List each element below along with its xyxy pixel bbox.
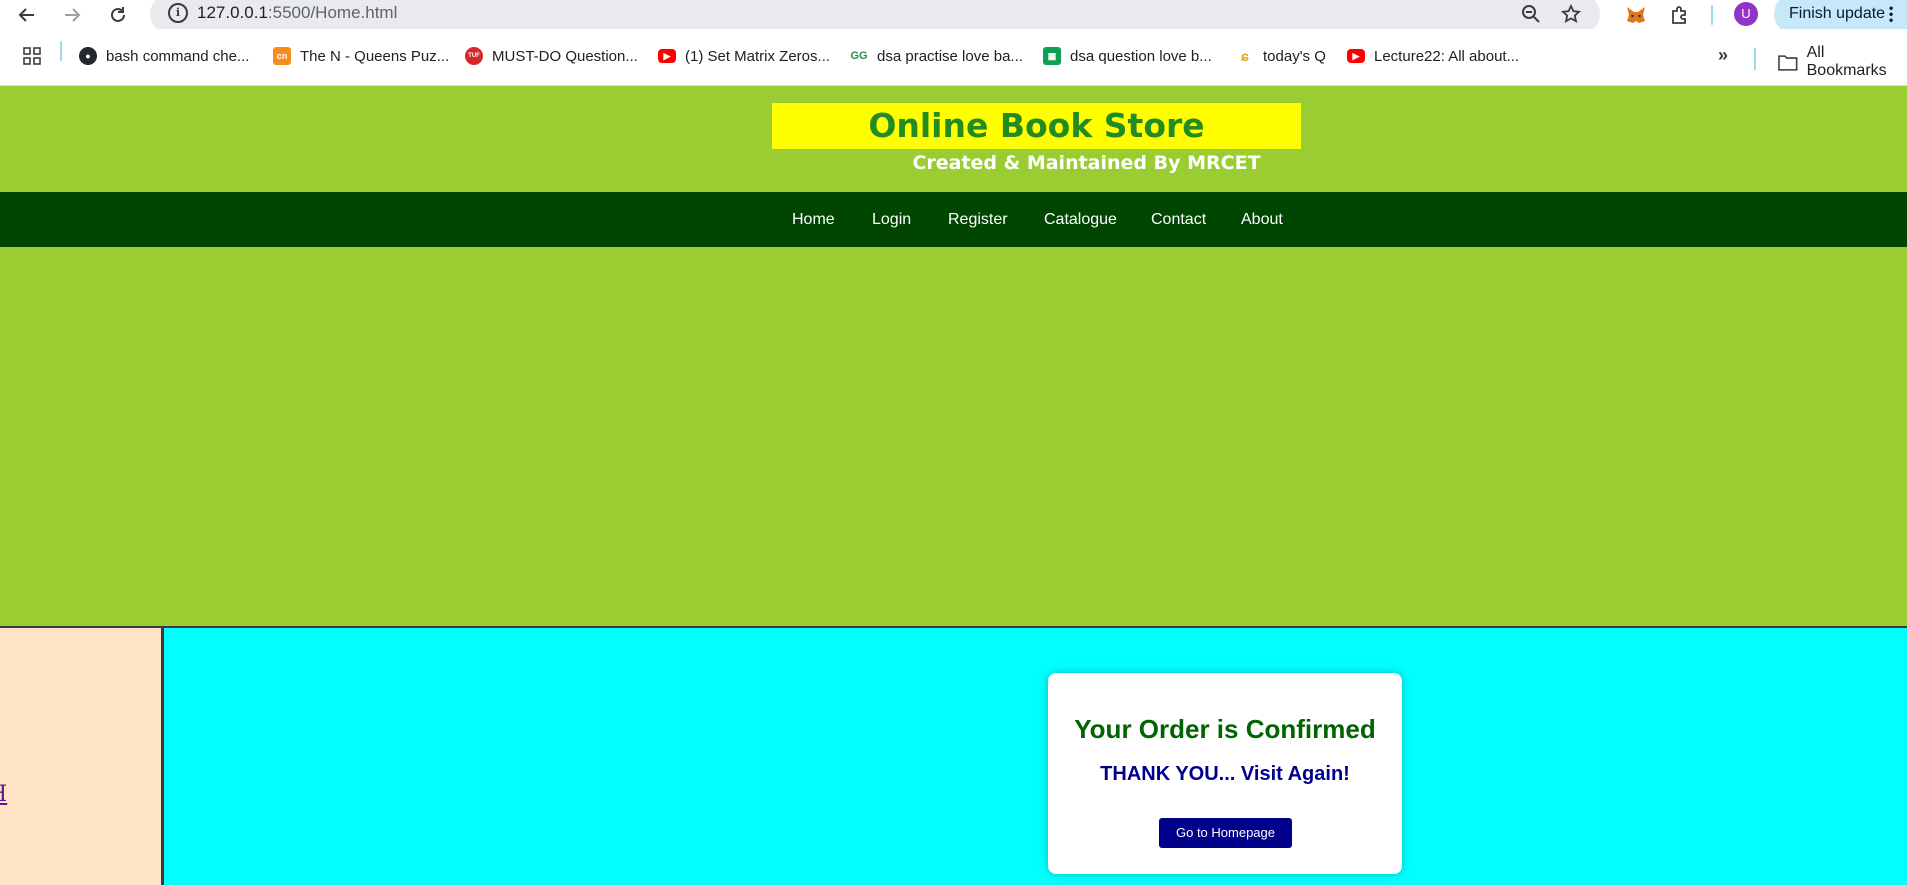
github-icon: ●	[79, 47, 97, 65]
metamask-icon[interactable]	[1624, 0, 1648, 29]
forward-icon[interactable]	[56, 0, 88, 29]
menu-dots-icon[interactable]: • • •	[1889, 2, 1893, 26]
bookmark-label: The N - Queens Puz...	[300, 47, 450, 65]
site-info-icon[interactable]: i	[168, 3, 188, 23]
zoom-icon[interactable]	[1519, 2, 1543, 26]
site-header: Online Book Store Created & Maintained B…	[0, 86, 1907, 192]
bookmark-item[interactable]: cn The N - Queens Puz...	[273, 44, 449, 68]
bookmark-label: Lecture22: All about...	[1374, 47, 1520, 65]
bookmark-label: dsa question love b...	[1070, 47, 1212, 65]
bookmark-label: (1) Set Matrix Zeros...	[685, 47, 831, 65]
bookmarks-bar: ● bash command che... cn The N - Queens …	[0, 29, 1907, 86]
bookmark-item[interactable]: ɕ today's Q	[1236, 44, 1326, 68]
nav-home[interactable]: Home	[792, 192, 835, 247]
all-bookmarks-label: All Bookmarks	[1806, 44, 1887, 79]
confirmation-title: Your Order is Confirmed	[1074, 714, 1376, 744]
apps-grid-icon[interactable]	[22, 44, 42, 68]
nav-register[interactable]: Register	[948, 192, 1008, 247]
google-sheets-icon: ▦	[1043, 47, 1061, 65]
bookmark-item[interactable]: GG dsa practise love ba...	[850, 44, 1023, 68]
extensions-icon[interactable]	[1668, 0, 1692, 29]
left-frame-link[interactable]: H	[0, 782, 7, 807]
reload-icon[interactable]	[102, 0, 134, 29]
toolbar-divider	[1711, 5, 1713, 25]
back-icon[interactable]	[11, 0, 43, 29]
bookmark-item[interactable]: ▦ dsa question love b...	[1043, 44, 1212, 68]
bookmark-item[interactable]: ▶ (1) Set Matrix Zeros...	[658, 44, 830, 68]
url-text[interactable]: 127.0.0.1:5500/Home.html	[197, 3, 397, 23]
browser-toolbar: i 127.0.0.1:5500/Home.html U Finish upda…	[0, 0, 1907, 34]
site-title: Online Book Store	[772, 103, 1301, 149]
leetcode-icon: ɕ	[1236, 47, 1254, 65]
go-to-homepage-button[interactable]: Go to Homepage	[1159, 818, 1292, 848]
order-confirmation-card: Your Order is Confirmed THANK YOU... Vis…	[1048, 673, 1402, 874]
tuf-icon: TUF	[465, 47, 483, 65]
main-frame	[164, 626, 1907, 885]
nav-contact[interactable]: Contact	[1151, 192, 1206, 247]
more-bookmarks-icon[interactable]: »	[1718, 45, 1728, 66]
all-bookmarks-item[interactable]: All Bookmarks	[1778, 44, 1907, 80]
youtube-icon: ▶	[658, 49, 676, 63]
bookmark-item[interactable]: ▶ Lecture22: All about...	[1347, 44, 1519, 68]
nav-catalogue[interactable]: Catalogue	[1044, 192, 1117, 247]
bookmark-item[interactable]: TUF MUST-DO Question...	[465, 44, 638, 68]
bookmark-label: MUST-DO Question...	[492, 47, 638, 65]
bookmark-star-icon[interactable]	[1559, 2, 1583, 26]
geeksforgeeks-icon: GG	[850, 47, 868, 65]
thank-you-message: THANK YOU... Visit Again!	[1100, 763, 1350, 785]
bookmark-label: bash command che...	[106, 47, 250, 65]
web-page: Online Book Store Created & Maintained B…	[0, 86, 1907, 885]
profile-avatar[interactable]: U	[1734, 2, 1758, 26]
folder-icon	[1778, 55, 1798, 71]
main-nav: Home Login Register Catalogue Contact Ab…	[0, 192, 1907, 247]
bookmark-label: dsa practise love ba...	[877, 47, 1023, 65]
nav-about[interactable]: About	[1241, 192, 1283, 247]
youtube-icon: ▶	[1347, 49, 1365, 63]
bookmarks-divider	[1754, 48, 1756, 70]
header-banner	[0, 247, 1907, 626]
bookmark-item[interactable]: ● bash command che...	[79, 44, 249, 68]
bookmark-label: today's Q	[1263, 47, 1326, 65]
site-subtitle: Created & Maintained By MRCET	[912, 152, 1261, 174]
bookmarks-divider	[60, 41, 62, 61]
nav-login[interactable]: Login	[872, 192, 911, 247]
left-frame: H	[0, 626, 164, 885]
codingninjas-icon: cn	[273, 47, 291, 65]
finish-update-label: Finish update	[1789, 5, 1886, 22]
